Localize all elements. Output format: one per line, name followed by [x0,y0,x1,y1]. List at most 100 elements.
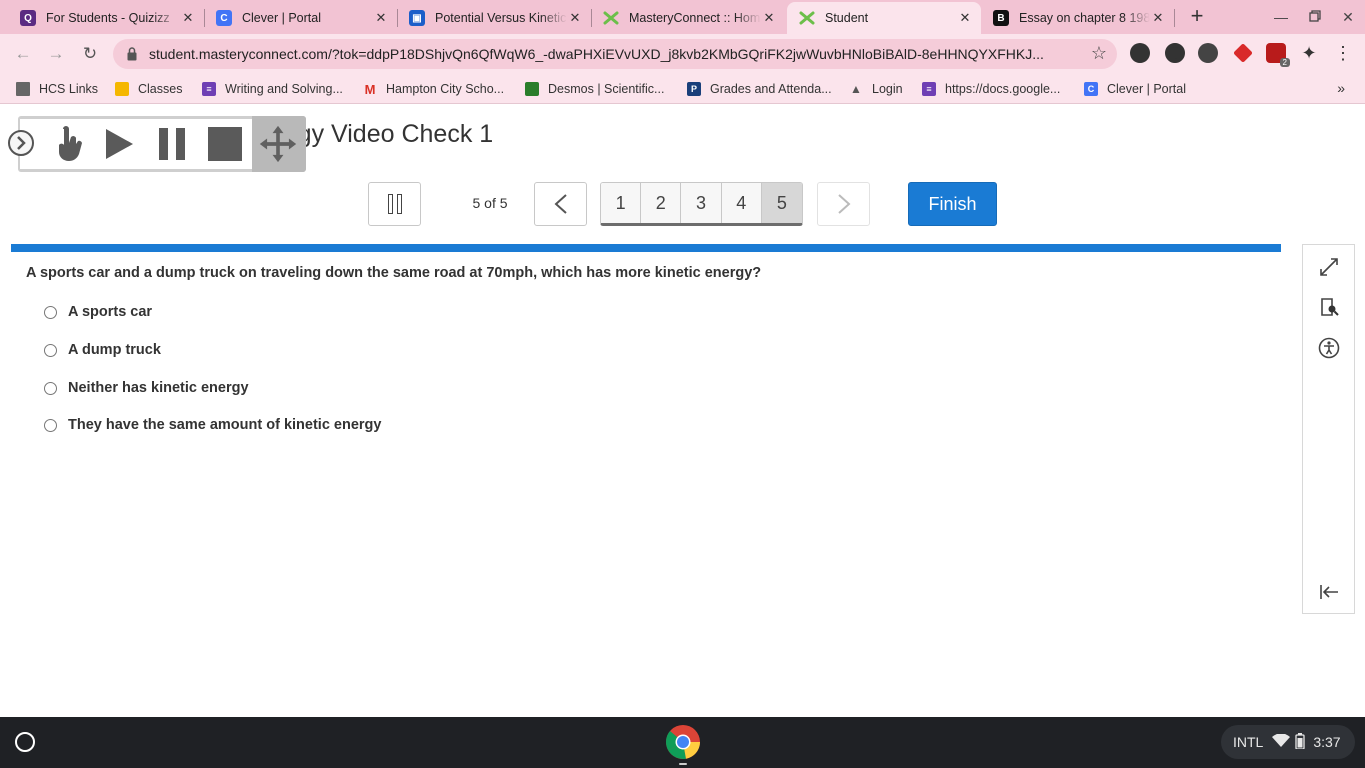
bookmark-label: Hampton City Scho... [386,82,505,96]
close-tab-icon[interactable]: ✕ [1150,10,1166,26]
question-text: A sports car and a dump truck on traveli… [26,265,762,281]
extension-ruby-icon[interactable] [1233,43,1253,63]
play-icon[interactable] [99,124,139,164]
chevron-left-icon [554,194,567,214]
move-arrows-icon[interactable] [258,124,298,164]
system-tray[interactable]: INTL 3:37 [1221,725,1355,759]
bookmark-label: https://docs.google... [945,82,1061,96]
tab-clever[interactable]: C Clever | Portal ✕ [204,2,397,34]
bookmark-classes[interactable]: Classes [115,80,182,98]
collapse-panel-icon[interactable] [1317,580,1341,604]
radio-button[interactable] [44,381,57,395]
quizizz-favicon-icon: Q [20,10,36,26]
gmail-icon: M [364,81,376,97]
radio-button[interactable] [44,343,57,357]
bookmark-desmos[interactable]: Desmos | Scientific... [525,80,664,98]
tab-quizizz[interactable]: Q For Students - Quizizz ✕ [8,2,204,34]
bookmark-hcs-links[interactable]: HCS Links [16,80,98,98]
pause-icon [387,194,393,214]
launcher-icon[interactable] [15,732,35,752]
collapse-chevron-icon[interactable] [8,130,34,156]
browser-tab-strip: Q For Students - Quizizz ✕ C Clever | Po… [0,0,1365,34]
clever-icon: C [1084,82,1098,96]
close-tab-icon[interactable]: ✕ [373,10,389,26]
close-tab-icon[interactable]: ✕ [957,10,973,26]
tab-masteryconnect[interactable]: MasteryConnect :: Hom ✕ [591,2,785,34]
answer-option[interactable]: A sports car [44,304,152,320]
minimize-icon[interactable]: — [1270,6,1292,28]
browser-toolbar: ← → ↻ student.masteryconnect.com/?tok=dd… [0,34,1365,74]
wifi-icon [1272,732,1291,751]
extension-ublock-icon[interactable]: 2 [1266,43,1290,67]
bookmark-label: Clever | Portal [1107,82,1186,96]
page-button-1[interactable]: 1 [601,183,642,223]
masteryconnect-favicon-icon [603,10,619,26]
close-window-icon[interactable]: ✕ [1337,6,1359,28]
extension-shield-icon[interactable] [1198,43,1218,63]
chevron-right-icon [837,194,850,214]
forward-icon[interactable]: → [44,42,68,66]
next-question-button[interactable] [817,182,870,226]
accessibility-icon[interactable] [1317,336,1341,360]
click-to-speak-icon[interactable] [48,124,88,164]
login-icon: ▲ [850,82,862,96]
close-tab-icon[interactable]: ✕ [761,10,777,26]
document-search-icon[interactable] [1317,295,1341,319]
pause-icon [396,194,402,214]
bookmark-hampton[interactable]: M Hampton City Scho... [363,80,505,98]
url-text: student.masteryconnect.com/?tok=ddpP18DS… [149,46,1044,62]
page-button-3[interactable]: 3 [681,183,722,223]
previous-question-button[interactable] [534,182,587,226]
expand-icon[interactable] [1317,255,1341,279]
bookmark-google-docs[interactable]: ≡ https://docs.google... [922,80,1060,98]
extensions-puzzle-icon[interactable]: ✦ [1299,43,1319,63]
page-button-2[interactable]: 2 [641,183,682,223]
tab-title: Student [825,11,869,25]
restore-icon[interactable] [1304,6,1326,28]
answer-label: Neither has kinetic energy [68,380,249,396]
question-counter: 5 of 5 [472,195,508,211]
chrome-icon[interactable] [665,725,700,759]
bookmark-grades[interactable]: P Grades and Attenda... [687,80,832,98]
desmos-icon [525,82,539,96]
question-header-bar [11,244,1281,252]
ime-indicator: INTL [1233,734,1264,750]
new-tab-icon[interactable]: + [1186,5,1208,28]
extension-spy-icon[interactable] [1130,43,1150,63]
pause-assessment-button[interactable] [368,182,421,226]
classes-icon [115,82,129,96]
more-bookmarks-icon[interactable]: » [1337,80,1345,96]
tab-title: Potential Versus Kinetic [435,11,567,25]
tab-student[interactable]: Student ✕ [787,2,981,34]
address-bar[interactable]: student.masteryconnect.com/?tok=ddpP18DS… [113,39,1117,69]
menu-kebab-icon[interactable]: ⋮ [1333,43,1353,63]
radio-button[interactable] [44,418,57,432]
answer-option[interactable]: A dump truck [44,342,161,358]
close-tab-icon[interactable]: ✕ [180,10,196,26]
bookmark-label: HCS Links [39,82,99,96]
radio-button[interactable] [44,305,57,319]
reload-icon[interactable]: ↻ [78,42,102,66]
page-button-5[interactable]: 5 [761,183,802,223]
bookmark-clever[interactable]: C Clever | Portal [1084,80,1186,98]
close-tab-icon[interactable]: ✕ [567,10,583,26]
extension-badge: 2 [1279,58,1290,67]
clock: 3:37 [1313,734,1341,750]
finish-button[interactable]: Finish [908,182,997,226]
classroom-favicon-icon: ▣ [409,10,425,26]
os-taskbar: INTL 3:37 [0,717,1365,768]
answer-option[interactable]: They have the same amount of kinetic ene… [44,417,381,433]
page-button-4[interactable]: 4 [721,183,762,223]
tab-potential-kinetic[interactable]: ▣ Potential Versus Kinetic ✕ [397,2,591,34]
tab-essay[interactable]: B Essay on chapter 8 1984 ✕ [981,2,1174,34]
active-app-indicator [679,763,687,765]
back-icon[interactable]: ← [11,42,35,66]
bookmark-login[interactable]: ▲ Login [849,80,903,98]
bookmark-star-icon[interactable]: ☆ [1091,43,1107,64]
bookmark-writing-solving[interactable]: ≡ Writing and Solving... [202,80,343,98]
tab-title: MasteryConnect :: Hom [629,11,761,25]
extension-shield-icon[interactable] [1165,43,1185,63]
answer-option[interactable]: Neither has kinetic energy [44,380,249,396]
stop-icon[interactable] [205,124,245,164]
pause-icon[interactable] [152,124,192,164]
